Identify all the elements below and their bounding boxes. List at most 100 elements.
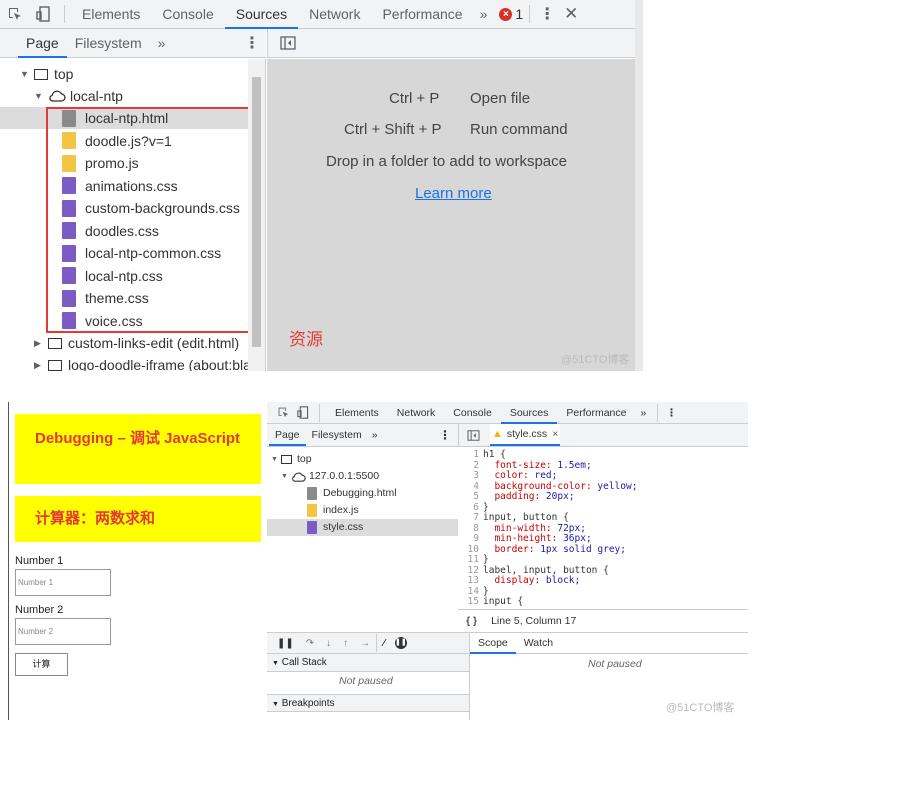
line-number: 1 <box>473 449 479 460</box>
more-tabs-button[interactable]: » <box>474 0 494 29</box>
editor-empty-state: Ctrl + P Open file Ctrl + Shift + P Run … <box>267 59 643 371</box>
tree-item-top[interactable]: ▼ top <box>20 63 73 85</box>
calculate-button[interactable]: 计算 <box>15 653 68 676</box>
cloud-icon <box>291 472 306 482</box>
step-over-icon[interactable]: ↷ <box>306 638 314 649</box>
step-icon[interactable]: → <box>360 638 370 649</box>
pretty-print-icon[interactable]: { } <box>466 615 477 627</box>
tab-performance[interactable]: Performance <box>557 402 635 424</box>
call-stack-header[interactable]: ▼ Call Stack <box>267 654 469 672</box>
editor-tab-label: style.css <box>506 428 548 440</box>
js-file-icon <box>307 504 317 517</box>
scrollbar-thumb[interactable] <box>252 77 261 347</box>
error-counter[interactable]: × 1 <box>499 6 523 22</box>
tree-label: custom-links-edit (edit.html) <box>68 335 240 351</box>
tab-network[interactable]: Network <box>388 402 445 424</box>
tab-watch[interactable]: Watch <box>516 633 561 654</box>
close-icon[interactable]: ✕ <box>558 4 584 24</box>
expand-triangle-icon: ▼ <box>272 701 279 708</box>
tab-console[interactable]: Console <box>151 0 224 29</box>
number1-label: Number 1 <box>15 555 64 567</box>
drop-folder-text: Drop in a folder to add to workspace <box>326 153 567 170</box>
tree-label: index.js <box>323 504 359 516</box>
shortcut-keys: Ctrl + Shift + P <box>344 121 442 138</box>
subtab-filesystem[interactable]: Filesystem <box>67 29 150 58</box>
close-tab-icon[interactable]: × <box>552 428 558 440</box>
main-toolbar: Elements Network Console Sources Perform… <box>267 402 748 424</box>
navigator-tabs: Page Filesystem » ⋮ <box>267 424 458 447</box>
expand-triangle-icon: ▼ <box>271 456 278 463</box>
page-subtitle: 计算器：两数求和 <box>15 496 261 542</box>
step-out-icon[interactable]: ↑ <box>343 638 348 649</box>
page-scrollbar[interactable] <box>635 0 643 371</box>
step-into-icon[interactable]: ↓ <box>326 638 331 649</box>
pause-on-exceptions-icon[interactable]: ❚❚ <box>394 637 407 649</box>
kebab-menu-icon[interactable]: ⋮ <box>536 4 558 24</box>
tab-network[interactable]: Network <box>298 0 371 29</box>
subtab-filesystem[interactable]: Filesystem <box>306 429 368 441</box>
cursor-position: Line 5, Column 17 <box>491 615 577 627</box>
code-line: 13 display: block; <box>458 575 748 587</box>
learn-more-link[interactable]: Learn more <box>415 185 492 202</box>
subtab-more-button[interactable]: » <box>150 29 174 58</box>
subtab-page[interactable]: Page <box>18 29 67 58</box>
tab-elements[interactable]: Elements <box>326 402 388 424</box>
more-tabs-button[interactable]: » <box>635 402 651 424</box>
tab-sources[interactable]: Sources <box>224 0 299 29</box>
shortcut-action: Run command <box>470 121 568 138</box>
tree-item-origin[interactable]: ▼ 127.0.0.1:5500 <box>281 468 379 485</box>
tree-item-top[interactable]: ▼ top <box>271 451 312 468</box>
subtab-page[interactable]: Page <box>269 424 306 446</box>
toolbar-divider <box>657 403 659 422</box>
expand-triangle-icon: ▼ <box>281 473 288 480</box>
deactivate-breakpoints-icon[interactable]: ⁄ <box>383 638 385 649</box>
number2-input[interactable]: Number 2 <box>15 618 111 645</box>
inspect-element-icon[interactable] <box>273 406 293 419</box>
tab-console[interactable]: Console <box>444 402 501 424</box>
navigator-menu-icon[interactable]: ⋮ <box>439 428 451 442</box>
inspect-element-icon[interactable] <box>0 0 30 29</box>
toggle-navigator-icon[interactable] <box>280 36 296 50</box>
toolbar-divider <box>64 5 65 23</box>
breakpoints-header[interactable]: ▼ Breakpoints <box>267 694 469 712</box>
expand-triangle-icon: ▼ <box>20 69 29 79</box>
call-stack-status: Not paused <box>339 675 393 687</box>
shortcut-action: Open file <box>470 90 531 107</box>
device-toolbar-icon[interactable] <box>293 406 313 419</box>
line-number: 2 <box>473 459 479 471</box>
cloud-icon <box>48 90 66 102</box>
tree-item-frame[interactable]: ▶ logo-doodle-iframe (about:bla <box>34 354 251 371</box>
tree-item-file[interactable]: style.css <box>267 519 458 536</box>
scope-watch-tabs: Scope Watch <box>469 632 748 654</box>
tab-sources[interactable]: Sources <box>500 402 558 424</box>
navigator-scrollbar[interactable] <box>248 59 265 371</box>
editor-status-bar: { } Line 5, Column 17 <box>458 609 748 632</box>
subtab-more-button[interactable]: » <box>368 429 382 441</box>
kebab-menu-icon[interactable]: ⋮ <box>664 407 678 419</box>
code-line: 11} <box>458 554 748 566</box>
line-number: 6 <box>473 501 479 513</box>
tab-performance[interactable]: Performance <box>371 0 473 29</box>
tree-item-file[interactable]: index.js <box>267 502 458 519</box>
tab-elements[interactable]: Elements <box>71 0 151 29</box>
line-number: 15 <box>467 596 479 607</box>
web-page: Debugging – 调试 JavaScript 计算器：两数求和 Numbe… <box>8 402 267 720</box>
tree-item-file[interactable]: Debugging.html <box>267 485 458 502</box>
navigator-menu-icon[interactable]: ⋮ <box>244 33 260 53</box>
toggle-navigator-icon[interactable] <box>467 429 480 441</box>
tab-scope[interactable]: Scope <box>470 633 516 654</box>
watermark: @51CTO博客 <box>561 354 630 366</box>
pause-icon[interactable]: ❚❚ <box>277 638 294 649</box>
number1-input[interactable]: Number 1 <box>15 569 111 596</box>
code-line: 5 padding: 20px; <box>458 491 748 503</box>
tree-item-frame[interactable]: ▶ custom-links-edit (edit.html) <box>34 332 239 354</box>
annotation-label: 资源 <box>289 330 323 349</box>
code-editor[interactable]: 1 h1 {2 font-size: 1.5em; 3 color: red; 4 b… <box>458 447 748 609</box>
tree-label: style.css <box>323 521 364 533</box>
frame-icon <box>48 337 62 349</box>
tree-item-origin[interactable]: ▼ local-ntp <box>34 85 123 107</box>
expand-triangle-icon: ▼ <box>272 660 279 667</box>
section-title: Call Stack <box>281 657 327 668</box>
editor-tab-style-css[interactable]: ▲ style.css × <box>490 424 561 446</box>
device-toolbar-icon[interactable] <box>30 0 58 29</box>
